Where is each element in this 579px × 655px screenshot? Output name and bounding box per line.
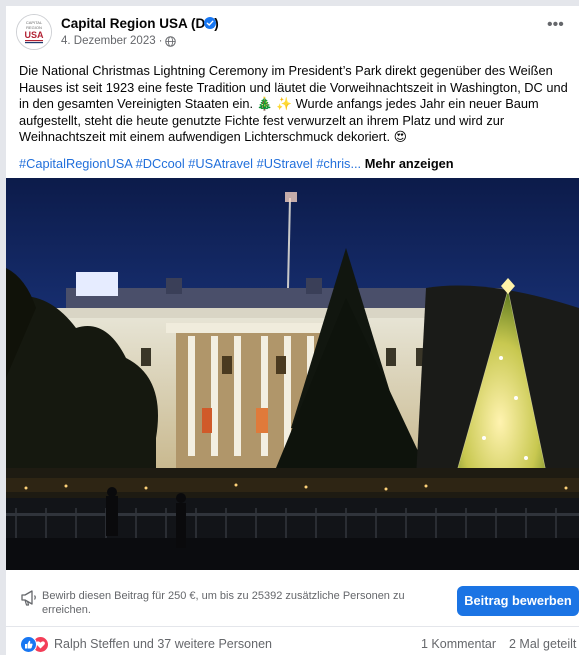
shares-count[interactable]: 2 Mal geteilt [509, 637, 576, 651]
reaction-icons[interactable] [20, 636, 52, 653]
post-text: Die National Christmas Lightning Ceremon… [19, 63, 568, 145]
post-card: CAPITAL REGION USA Capital Region USA (D… [6, 6, 579, 655]
boost-description: Bewirb diesen Beitrag für 250 €, um bis … [42, 590, 405, 616]
post-date[interactable]: 4. Dezember 2023 [61, 35, 156, 47]
reactors-text[interactable]: Ralph Steffen und 37 weitere Personen [54, 637, 272, 651]
boost-bar: Bewirb diesen Beitrag für 250 €, um bis … [6, 575, 579, 627]
logo-text-line3: USA [24, 30, 44, 40]
meta-separator: · [158, 35, 163, 47]
white-house-christmas-tree-image [6, 178, 579, 570]
more-options-icon[interactable]: ••• [547, 17, 565, 33]
comments-count[interactable]: 1 Kommentar [421, 637, 496, 651]
megaphone-icon [21, 590, 36, 606]
post-meta: 4. Dezember 2023 · [61, 35, 177, 47]
capital-region-logo: CAPITAL REGION USA [17, 15, 51, 49]
boost-post-button[interactable]: Beitrag bewerben [457, 586, 579, 616]
like-icon [20, 636, 37, 653]
engagement-stats: Ralph Steffen und 37 weitere Personen 1 … [6, 633, 579, 655]
verified-badge-icon [204, 17, 216, 29]
page-avatar[interactable]: CAPITAL REGION USA [16, 14, 52, 50]
post-header: CAPITAL REGION USA Capital Region USA (D… [6, 6, 579, 58]
page-name[interactable]: Capital Region USA (DE) [61, 16, 219, 31]
see-more-link[interactable]: Mehr anzeigen [365, 156, 454, 171]
hashtags[interactable]: #CapitalRegionUSA #DCcool #USAtravel #US… [19, 156, 361, 171]
hashtags-line: #CapitalRegionUSA #DCcool #USAtravel #US… [19, 156, 571, 171]
post-photo[interactable] [6, 178, 579, 570]
globe-icon[interactable] [165, 35, 177, 47]
